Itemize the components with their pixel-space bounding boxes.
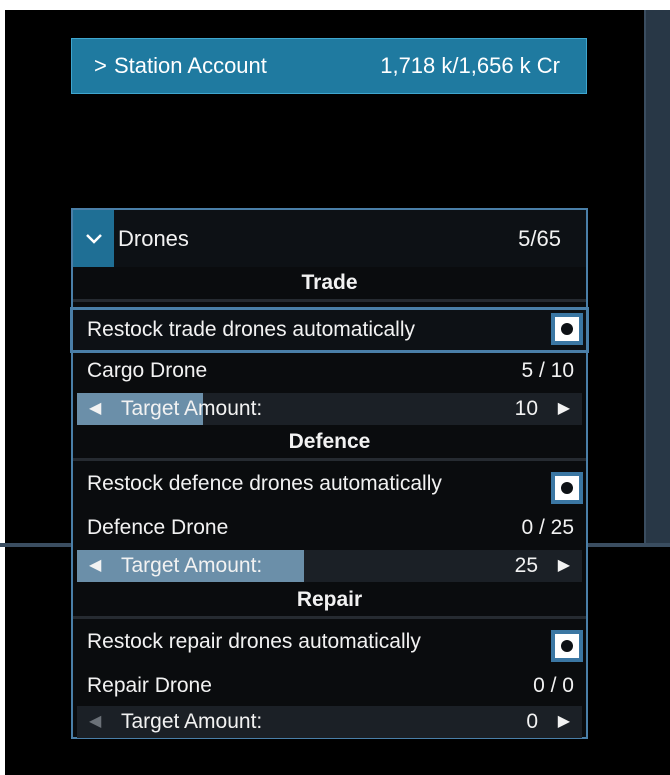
restock-repair-toggle[interactable] xyxy=(551,630,583,662)
defence-drone-row: Defence Drone 0 / 25 xyxy=(73,506,586,550)
divider-line-left xyxy=(0,543,72,547)
target-amount-slider-repair[interactable]: ◀ Target Amount: 0 ▶ xyxy=(77,706,582,738)
chevron-down-icon[interactable] xyxy=(73,210,114,267)
station-account-value: 1,718 k/1,656 k Cr xyxy=(380,53,560,78)
cargo-drone-name: Cargo Drone xyxy=(87,359,208,382)
arrow-left-icon[interactable]: ◀ xyxy=(89,393,101,425)
target-amount-label-trade: Target Amount: xyxy=(121,397,263,420)
target-amount-slider-trade[interactable]: ◀ Target Amount: 10 ▶ xyxy=(77,393,582,425)
target-amount-value-defence: 25 xyxy=(514,554,538,577)
right-side-panel-edge xyxy=(644,10,646,543)
section-heading-trade: Trade xyxy=(73,267,586,302)
repair-drone-count: 0 / 0 xyxy=(533,674,574,697)
arrow-right-icon[interactable]: ▶ xyxy=(558,393,570,425)
arrow-left-icon[interactable]: ◀ xyxy=(89,706,101,738)
cargo-drone-count: 5 / 10 xyxy=(521,359,574,382)
drones-count: 5/65 xyxy=(518,225,561,251)
defence-drone-count: 0 / 25 xyxy=(521,516,574,539)
window-top-edge xyxy=(0,0,670,10)
toggle-dot-icon xyxy=(561,323,573,335)
divider-line-right xyxy=(588,543,670,547)
station-account-button[interactable]: > Station Account 1,718 k/1,656 k Cr xyxy=(71,38,587,94)
chevron-down-icon-svg xyxy=(85,233,102,244)
target-amount-label-defence: Target Amount: xyxy=(121,554,263,577)
defence-drone-name: Defence Drone xyxy=(87,516,229,539)
target-amount-value-repair: 0 xyxy=(526,710,538,733)
restock-defence-label: Restock defence drones automatically xyxy=(87,472,442,495)
restock-defence-toggle[interactable] xyxy=(551,472,583,504)
target-amount-slider-defence[interactable]: ◀ Target Amount: 25 ▶ xyxy=(77,550,582,582)
chevron-right-icon: > xyxy=(94,53,107,78)
target-amount-label-repair: Target Amount: xyxy=(121,710,263,733)
window-left-edge xyxy=(0,0,5,775)
drones-header[interactable]: Drones 5/65 xyxy=(73,210,586,267)
restock-defence-row[interactable]: Restock defence drones automatically xyxy=(73,462,586,506)
arrow-left-icon[interactable]: ◀ xyxy=(89,550,101,582)
repair-drone-row: Repair Drone 0 / 0 xyxy=(73,664,586,708)
repair-drone-name: Repair Drone xyxy=(87,674,212,697)
restock-trade-row[interactable]: Restock trade drones automatically xyxy=(70,307,589,353)
toggle-dot-icon xyxy=(561,482,573,494)
arrow-right-icon[interactable]: ▶ xyxy=(558,550,570,582)
section-heading-repair: Repair xyxy=(73,584,586,619)
restock-repair-label: Restock repair drones automatically xyxy=(87,630,421,653)
drones-panel: Drones 5/65 Trade Restock trade drones a… xyxy=(70,208,589,739)
restock-repair-row[interactable]: Restock repair drones automatically xyxy=(73,620,586,664)
station-account-label: Station Account xyxy=(114,53,267,78)
restock-trade-toggle[interactable] xyxy=(551,313,583,345)
cargo-drone-row: Cargo Drone 5 / 10 xyxy=(73,349,586,393)
restock-trade-label: Restock trade drones automatically xyxy=(87,318,415,341)
drones-label: Drones xyxy=(118,225,189,251)
section-heading-defence: Defence xyxy=(73,426,586,461)
right-side-panel xyxy=(644,10,670,543)
arrow-right-icon[interactable]: ▶ xyxy=(558,706,570,738)
target-amount-value-trade: 10 xyxy=(514,397,538,420)
toggle-dot-icon xyxy=(561,640,573,652)
